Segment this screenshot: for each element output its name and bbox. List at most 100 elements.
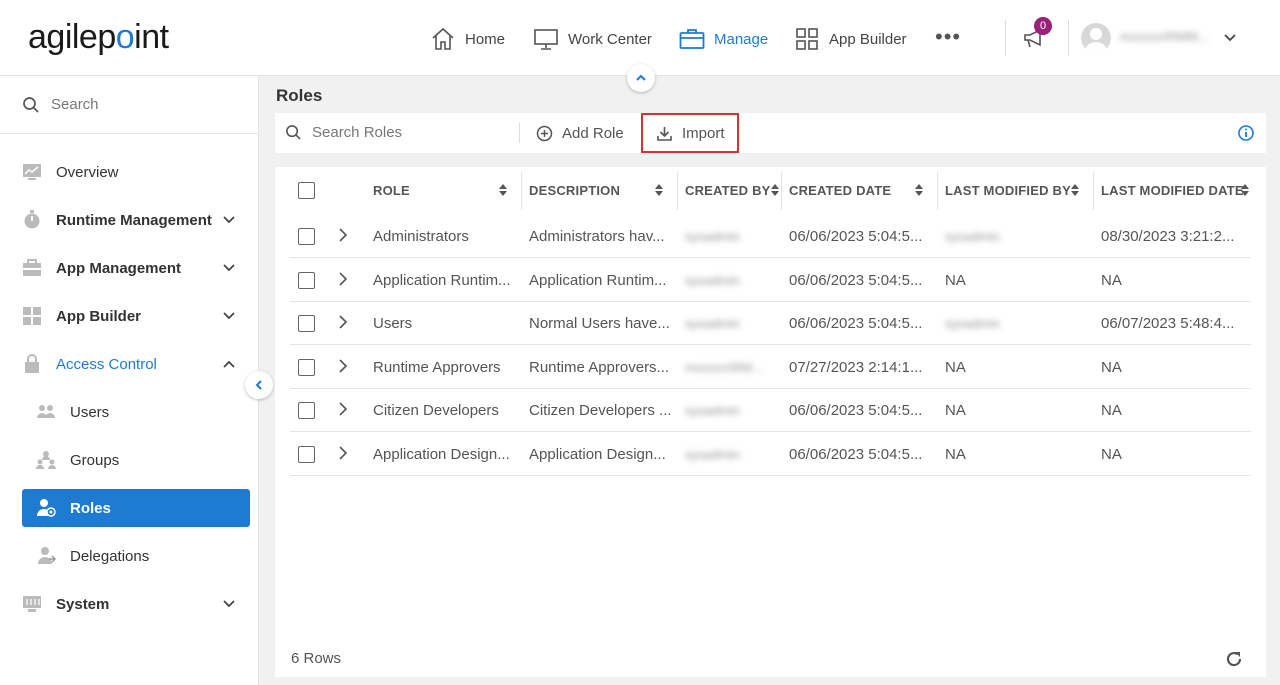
info-icon[interactable] — [1238, 125, 1254, 146]
collapse-sidebar-button[interactable] — [245, 371, 273, 399]
chevron-down-icon — [223, 216, 235, 224]
download-icon — [657, 126, 672, 141]
sidebar-search-placeholder: Search — [51, 96, 99, 113]
column-divider — [781, 172, 782, 210]
nav-app-builder[interactable]: App Builder — [795, 22, 907, 56]
cell-modified-date: NA — [1101, 445, 1122, 463]
row-checkbox[interactable] — [298, 445, 315, 463]
cell-created-date: 06/06/2023 5:04:5... — [789, 271, 923, 289]
cell-description: Administrators hav... — [529, 228, 665, 245]
row-checkbox[interactable] — [298, 358, 315, 376]
cell-created-by: mxxxxx\RM... — [685, 359, 763, 375]
sidebar-item-app-management[interactable]: App Management — [22, 249, 250, 287]
row-checkbox[interactable] — [298, 271, 315, 289]
cell-modified-by: sysadmin — [945, 229, 1000, 244]
sort-icon[interactable] — [655, 184, 663, 196]
chevron-down-icon[interactable] — [1222, 30, 1238, 51]
sidebar-search[interactable]: Search — [0, 76, 259, 134]
groups-icon — [36, 450, 56, 470]
username[interactable]: mxxxxx\RMM... — [1120, 29, 1209, 44]
column-header-role[interactable]: ROLE — [373, 167, 513, 214]
sidebar-item-label: Runtime Management — [56, 211, 212, 229]
grid-icon — [22, 306, 42, 326]
toolbar-divider — [519, 123, 520, 143]
sidebar-item-delegations[interactable]: Delegations — [22, 537, 250, 575]
chevron-right-icon[interactable] — [338, 314, 348, 335]
column-header-created-by[interactable]: CREATED BY — [685, 167, 785, 214]
collapse-header-button[interactable] — [627, 64, 655, 92]
sort-icon[interactable] — [915, 184, 923, 196]
sidebar-item-app-builder[interactable]: App Builder — [22, 297, 250, 335]
search-roles-input[interactable]: Search Roles — [285, 124, 402, 141]
chevron-down-icon — [223, 600, 235, 608]
cell-created-by: sysadmin — [685, 446, 740, 462]
nav-home[interactable]: Home — [430, 22, 505, 56]
cell-role: Application Design... — [373, 445, 510, 463]
sidebar-item-groups[interactable]: Groups — [22, 441, 250, 479]
table-row[interactable]: Citizen Developers Citizen Developers ...… — [290, 389, 1251, 432]
column-divider — [677, 172, 678, 210]
cell-created-by: sysadmin — [685, 403, 740, 418]
cell-created-date: 06/06/2023 5:04:5... — [789, 228, 923, 245]
column-header-created-date[interactable]: CREATED DATE — [789, 167, 929, 214]
nav-manage-label: Manage — [714, 30, 769, 48]
chevron-right-icon[interactable] — [338, 401, 348, 422]
search-icon — [286, 125, 301, 140]
table-row[interactable]: Application Design... Application Design.… — [290, 433, 1251, 476]
chevron-up-icon — [636, 74, 646, 81]
avatar[interactable] — [1081, 23, 1111, 53]
nav-manage[interactable]: Manage — [679, 22, 768, 56]
cell-description: Normal Users have... — [529, 315, 670, 332]
sort-icon[interactable] — [771, 184, 779, 196]
cell-created-by: sysadmin — [685, 229, 740, 244]
sidebar-item-label: Access Control — [56, 355, 157, 373]
agilepoint-logo[interactable]: agilepoint — [28, 18, 169, 57]
column-header-description[interactable]: DESCRIPTION — [529, 167, 669, 214]
cell-role: Application Runtim... — [373, 271, 511, 289]
header-divider — [1068, 20, 1069, 56]
cell-description: Runtime Approvers... — [529, 358, 670, 376]
column-header-last-modified-date[interactable]: LAST MODIFIED DATE — [1101, 167, 1251, 214]
search-icon — [23, 96, 39, 113]
more-menu-button[interactable]: ••• — [935, 26, 961, 48]
table-row[interactable]: Users Normal Users have... sysadmin 06/06/2… — [290, 302, 1251, 345]
chevron-right-icon[interactable] — [338, 445, 348, 466]
row-checkbox[interactable] — [298, 228, 315, 245]
chevron-right-icon[interactable] — [338, 358, 348, 379]
table-row[interactable]: Runtime Approvers Runtime Approvers... mxx… — [290, 346, 1251, 389]
row-checkbox[interactable] — [298, 315, 315, 332]
cell-modified-date: NA — [1101, 358, 1122, 376]
column-header-last-modified-by[interactable]: LAST MODIFIED BY — [945, 167, 1085, 214]
sort-icon[interactable] — [1071, 184, 1079, 196]
sort-icon[interactable] — [499, 184, 507, 196]
sidebar: Search Overview Runtime Management App M… — [0, 76, 259, 685]
sidebar-item-runtime-management[interactable]: Runtime Management — [22, 201, 250, 239]
sidebar-item-users[interactable]: Users — [22, 393, 250, 431]
cell-created-date: 07/27/2023 2:14:1... — [789, 358, 923, 376]
select-all-checkbox[interactable] — [298, 182, 315, 199]
chevron-right-icon[interactable] — [338, 227, 348, 248]
notification-badge: 0 — [1034, 17, 1052, 35]
cell-description: Application Design... — [529, 445, 666, 463]
users-icon — [36, 402, 56, 422]
sidebar-item-label: Users — [70, 403, 110, 421]
chevron-down-icon — [223, 312, 235, 320]
cell-modified-by: NA — [945, 271, 966, 289]
roles-table-panel: ROLE DESCRIPTION CREATED BY CREATED DATE… — [275, 167, 1266, 677]
add-role-button[interactable]: Add Role — [536, 113, 624, 153]
table-row[interactable]: Administrators Administrators hav... sysad… — [290, 215, 1251, 258]
table-row[interactable]: Application Runtim... Application Runtim.… — [290, 259, 1251, 302]
sidebar-item-roles[interactable]: Roles — [22, 489, 250, 527]
row-checkbox[interactable] — [298, 402, 315, 419]
chevron-right-icon[interactable] — [338, 271, 348, 292]
sidebar-item-system[interactable]: System — [22, 585, 250, 623]
sidebar-item-overview[interactable]: Overview — [22, 153, 250, 191]
cell-created-date: 06/06/2023 5:04:5... — [789, 445, 923, 463]
nav-work-center[interactable]: Work Center — [533, 22, 652, 56]
import-button[interactable]: Import — [656, 113, 725, 153]
sort-icon[interactable] — [1241, 184, 1249, 196]
refresh-icon[interactable] — [1225, 650, 1243, 673]
sidebar-item-access-control[interactable]: Access Control — [22, 345, 250, 383]
sidebar-item-label: Groups — [70, 451, 120, 469]
cell-modified-date: 06/07/2023 5:48:4... — [1101, 315, 1235, 332]
